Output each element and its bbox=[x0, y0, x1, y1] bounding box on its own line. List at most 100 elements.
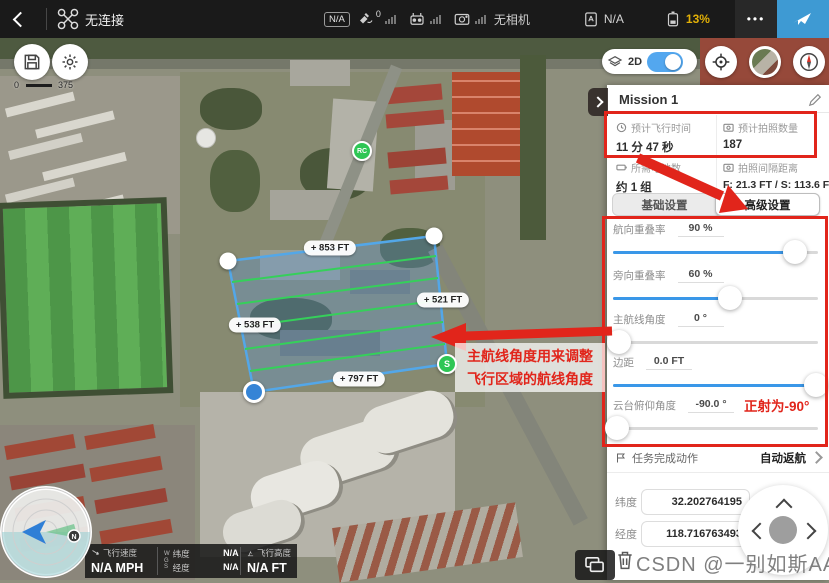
back-icon bbox=[12, 11, 28, 27]
telemetry-altitude: 飞行高度 N/A FT bbox=[241, 544, 297, 578]
compass-north-label: N bbox=[71, 534, 76, 541]
layers-icon bbox=[607, 54, 623, 70]
slider-handle[interactable] bbox=[804, 373, 828, 397]
settings-tabs: 基础设置 高级设置 bbox=[612, 193, 820, 216]
telemetry-bar: 飞行速度 N/A MPH WGS 纬度N/A 经度N/A 飞行高度 N/A FT bbox=[85, 544, 297, 578]
compass-reset-button[interactable] bbox=[793, 46, 825, 78]
gimbal-annotation: 正射为-90° bbox=[744, 395, 809, 415]
tab-advanced-settings[interactable]: 高级设置 bbox=[715, 193, 820, 216]
telemetry-coords: WGS 纬度N/A 经度N/A bbox=[158, 544, 240, 578]
stat-photo-interval: 拍照间隔距离 F: 21.3 FT / S: 113.6 FT bbox=[723, 160, 829, 191]
save-icon bbox=[22, 52, 42, 72]
waypoint-nudge-pad bbox=[738, 485, 828, 575]
pencil-icon bbox=[808, 93, 822, 107]
nudge-left-button[interactable] bbox=[752, 523, 769, 540]
divider bbox=[607, 112, 829, 113]
stat-batteries: 所需电池数 约 1 组 bbox=[616, 160, 681, 195]
slider-side-overlap: 旁向重叠率 60 % bbox=[613, 267, 820, 300]
compass-needle-icon bbox=[798, 51, 820, 73]
latitude-row: 纬度 32.202764195 bbox=[615, 489, 750, 515]
map-layer-thumbnail-button[interactable] bbox=[749, 46, 781, 78]
divider bbox=[716, 115, 717, 191]
clock-icon bbox=[616, 122, 627, 133]
side-overlap-track[interactable] bbox=[613, 297, 818, 300]
nudge-up-button[interactable] bbox=[776, 499, 793, 516]
slider-handle[interactable] bbox=[605, 416, 629, 440]
route-angle-value[interactable]: 0 ° bbox=[678, 312, 724, 327]
rc-signal-bars bbox=[430, 15, 441, 24]
rc-battery-icon bbox=[664, 10, 682, 28]
rc-location-marker: RC bbox=[352, 141, 372, 161]
edge-distance-label: + 797 FT bbox=[333, 372, 385, 387]
divider bbox=[607, 472, 829, 473]
back-button[interactable] bbox=[0, 14, 40, 25]
slider-course-overlap: 航向重叠率 90 % bbox=[613, 221, 820, 254]
map-2d-toggle[interactable] bbox=[647, 52, 683, 72]
more-menu-button[interactable]: ••• bbox=[735, 0, 777, 38]
camera-status: 无相机 bbox=[494, 11, 530, 28]
edge-distance-label: + 521 FT bbox=[417, 293, 469, 308]
satellite-icon bbox=[357, 10, 375, 28]
edit-mission-button[interactable] bbox=[808, 93, 822, 112]
latitude-input[interactable]: 32.202764195 bbox=[641, 489, 750, 515]
panel-collapse-tab[interactable] bbox=[588, 88, 608, 116]
delete-mission-button[interactable] bbox=[615, 549, 635, 576]
flag-icon bbox=[615, 452, 627, 464]
chevron-right-icon bbox=[810, 451, 823, 464]
photo-icon bbox=[723, 122, 734, 133]
mission-title: Mission 1 bbox=[619, 92, 678, 107]
gimbal-pitch-track[interactable] bbox=[613, 427, 818, 430]
more-dots-icon: ••• bbox=[747, 12, 766, 26]
top-status-bar: 无连接 N/A 0 无相机 N/A 13% bbox=[0, 0, 829, 38]
slider-margin: 边距 0.0 FT bbox=[613, 354, 820, 387]
rc-battery-value: 13% bbox=[686, 12, 710, 26]
course-overlap-track[interactable] bbox=[613, 251, 818, 254]
edge-distance-label: + 853 FT bbox=[304, 241, 356, 256]
gps-signal-bars bbox=[385, 15, 396, 24]
course-overlap-value[interactable]: 90 % bbox=[678, 222, 724, 237]
stat-flight-time: 预计飞行时间 11 分 47 秒 bbox=[616, 120, 691, 155]
map-mode-pill: 2D bbox=[602, 49, 697, 74]
map-thumbnail bbox=[752, 49, 778, 75]
waypoint-handle[interactable] bbox=[426, 228, 443, 245]
selected-waypoint-handle[interactable] bbox=[243, 381, 265, 403]
margin-value[interactable]: 0.0 FT bbox=[646, 355, 692, 370]
locate-button[interactable] bbox=[705, 46, 737, 78]
map-mode-label: 2D bbox=[628, 56, 642, 68]
window-switch-icon bbox=[584, 556, 606, 574]
finish-action-row[interactable]: 任务完成动作 自动返航 bbox=[607, 444, 829, 471]
gps-mode-badge: N/A bbox=[324, 12, 350, 27]
gear-icon bbox=[60, 52, 80, 72]
minimap-toggle-button[interactable] bbox=[575, 550, 615, 580]
finish-action-value: 自动返航 bbox=[760, 450, 806, 466]
side-overlap-value[interactable]: 60 % bbox=[678, 268, 724, 283]
slider-handle[interactable] bbox=[607, 330, 631, 354]
waypoint-handle[interactable] bbox=[220, 253, 237, 270]
toggle-knob bbox=[665, 54, 681, 70]
margin-track[interactable] bbox=[613, 384, 818, 387]
divider bbox=[46, 8, 47, 30]
edge-distance-label: + 538 FT bbox=[229, 318, 281, 333]
settings-button[interactable] bbox=[52, 44, 88, 80]
tab-basic-settings[interactable]: 基础设置 bbox=[613, 194, 716, 215]
camera-signal-bars bbox=[475, 15, 486, 24]
satellite-count: 0 bbox=[376, 9, 381, 19]
nudge-center-button[interactable] bbox=[769, 516, 797, 544]
slider-handle[interactable] bbox=[718, 286, 742, 310]
save-mission-button[interactable] bbox=[14, 44, 50, 80]
speed-icon bbox=[91, 549, 100, 558]
route-angle-track[interactable] bbox=[613, 341, 818, 344]
trash-icon bbox=[615, 549, 635, 571]
longitude-row: 经度 118.716763493 bbox=[615, 521, 750, 547]
longitude-input[interactable]: 118.716763493 bbox=[641, 521, 750, 547]
altitude-icon bbox=[247, 549, 254, 558]
telemetry-speed: 飞行速度 N/A MPH bbox=[85, 544, 157, 578]
battery-icon bbox=[616, 162, 627, 173]
takeoff-button[interactable] bbox=[777, 0, 829, 38]
gimbal-pitch-value[interactable]: -90.0 ° bbox=[688, 398, 734, 413]
compass-widget: N bbox=[0, 486, 92, 583]
airplane-icon bbox=[791, 7, 815, 31]
nudge-right-button[interactable] bbox=[800, 523, 817, 540]
wgs-label: WGS bbox=[164, 551, 170, 571]
drone-icon bbox=[57, 8, 79, 30]
